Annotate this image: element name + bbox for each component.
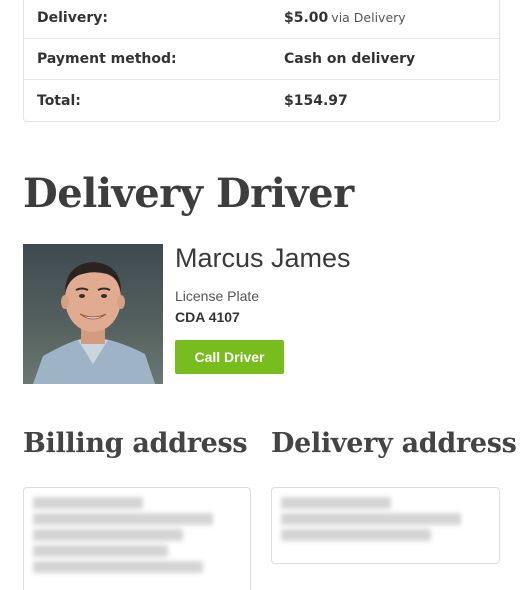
order-totals-table: Delivery: $5.00 via Delivery Payment meth… xyxy=(23,0,500,122)
totals-row-total: Total: $154.97 xyxy=(24,80,499,121)
license-plate-value: CDA 4107 xyxy=(175,309,240,325)
billing-address-heading: Billing address xyxy=(23,428,248,459)
redacted-line xyxy=(33,513,213,525)
delivery-fee: $5.00 xyxy=(284,10,329,26)
license-plate-label: License Plate xyxy=(175,288,260,304)
totals-label: Payment method: xyxy=(37,51,177,67)
totals-row-delivery: Delivery: $5.00 via Delivery xyxy=(24,0,499,39)
driver-name: Marcus James xyxy=(175,243,351,273)
redacted-line xyxy=(33,497,143,509)
delivery-method-note: via Delivery xyxy=(331,10,406,25)
totals-label: Delivery: xyxy=(37,10,108,26)
driver-photo xyxy=(23,244,163,384)
totals-label: Total: xyxy=(37,92,81,109)
redacted-line xyxy=(281,529,431,541)
redacted-line xyxy=(281,497,391,509)
delivery-address-heading: Delivery address xyxy=(271,428,517,459)
payment-method-value: Cash on delivery xyxy=(284,51,416,67)
redacted-line xyxy=(33,561,203,573)
delivery-address-box xyxy=(271,487,500,564)
redacted-line xyxy=(281,513,461,525)
call-driver-button[interactable]: Call Driver xyxy=(175,340,284,374)
order-total-value: $154.97 xyxy=(284,92,348,109)
delivery-driver-heading: Delivery Driver xyxy=(23,170,354,217)
redacted-line xyxy=(33,529,183,541)
redacted-line xyxy=(33,545,168,557)
totals-value: $5.00 via Delivery xyxy=(272,10,406,26)
billing-address-box xyxy=(23,487,251,590)
totals-row-payment: Payment method: Cash on delivery xyxy=(24,39,499,80)
